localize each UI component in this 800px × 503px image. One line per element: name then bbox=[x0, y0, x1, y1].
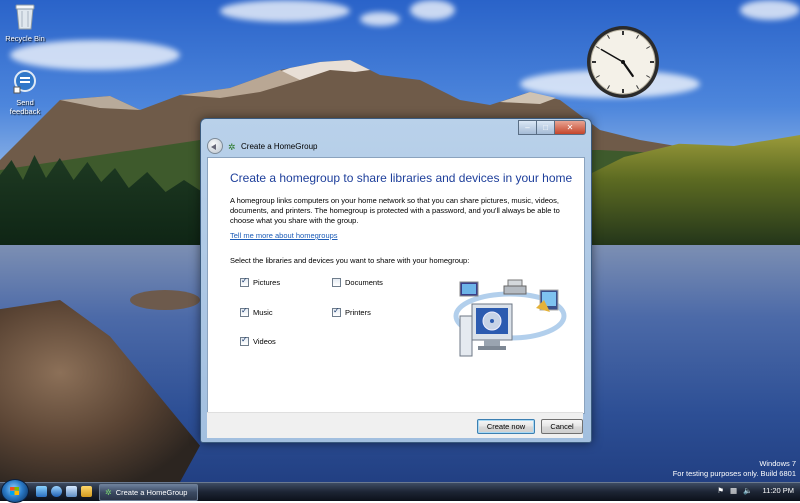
caption-buttons: – □ ✕ bbox=[518, 120, 586, 135]
watermark-build: For testing purposes only. Build 6801 bbox=[672, 469, 796, 478]
maximize-button[interactable]: □ bbox=[536, 120, 555, 135]
volume-icon[interactable]: 🔈 bbox=[743, 486, 752, 495]
send-feedback-label: Send feedback bbox=[9, 98, 41, 116]
desktop-icon-send-feedback[interactable]: Send feedback bbox=[0, 70, 50, 116]
checkbox-printers[interactable]: Printers bbox=[332, 306, 371, 317]
homegroup-icon: ✲ bbox=[228, 142, 236, 152]
dialog-title: Create a HomeGroup bbox=[241, 142, 318, 151]
checkbox-label: Printers bbox=[345, 308, 371, 317]
desktop-icon-recycle-bin[interactable]: Recycle Bin bbox=[0, 2, 50, 43]
system-tray: EN ⚑ ▦ 🔈 11:20 PM bbox=[711, 486, 794, 495]
description-text: A homegroup links computers on your home… bbox=[230, 196, 560, 225]
clock-gadget[interactable] bbox=[586, 25, 660, 99]
checkbox-pictures[interactable]: Pictures bbox=[240, 276, 281, 287]
checkbox-label: Videos bbox=[253, 337, 276, 346]
checkbox-box[interactable] bbox=[240, 335, 249, 346]
taskbar-button-create-homegroup[interactable]: ✲ Create a HomeGroup bbox=[99, 484, 198, 501]
show-desktop-icon[interactable] bbox=[36, 486, 47, 497]
cancel-button[interactable]: Cancel bbox=[541, 419, 583, 434]
checkbox-label: Music bbox=[253, 308, 273, 317]
checkbox-label: Pictures bbox=[253, 278, 281, 287]
taskbar-button-label: Create a HomeGroup bbox=[115, 488, 188, 497]
taskbar: ✲ Create a HomeGroup EN ⚑ ▦ 🔈 11:20 PM bbox=[0, 479, 800, 503]
share-prompt: Select the libraries and devices you wan… bbox=[230, 256, 470, 265]
minimize-button[interactable]: – bbox=[518, 120, 537, 135]
dialog-content: Create a homegroup to share libraries an… bbox=[207, 157, 585, 414]
internet-explorer-icon[interactable] bbox=[51, 486, 62, 497]
create-homegroup-dialog: – □ ✕ ✲ Create a HomeGroup Create a home… bbox=[200, 118, 592, 443]
checkbox-box[interactable] bbox=[332, 278, 341, 287]
explorer-icon[interactable] bbox=[81, 486, 92, 497]
homegroup-illustration bbox=[453, 279, 567, 357]
recycle-bin-label: Recycle Bin bbox=[5, 34, 45, 43]
start-button[interactable] bbox=[1, 479, 29, 503]
close-button[interactable]: ✕ bbox=[554, 120, 586, 135]
page-heading: Create a homegroup to share libraries an… bbox=[230, 171, 573, 185]
more-info-link[interactable]: Tell me more about homegroups bbox=[230, 231, 338, 240]
build-watermark: Windows 7 For testing purposes only. Bui… bbox=[673, 459, 796, 479]
watermark-windows: Windows 7 bbox=[759, 459, 796, 468]
dialog-titlebar[interactable]: – □ ✕ ✲ Create a HomeGroup bbox=[201, 119, 591, 159]
back-button[interactable] bbox=[207, 138, 223, 154]
clock-time[interactable]: 11:20 PM bbox=[762, 486, 794, 495]
checkbox-box[interactable] bbox=[240, 306, 249, 317]
checkbox-videos[interactable]: Videos bbox=[240, 335, 276, 346]
checkbox-documents[interactable]: Documents bbox=[332, 278, 383, 287]
switch-windows-icon[interactable] bbox=[66, 486, 77, 497]
create-now-button[interactable]: Create now bbox=[477, 419, 535, 434]
checkbox-music[interactable]: Music bbox=[240, 306, 273, 317]
dialog-footer: Create now Cancel bbox=[207, 412, 583, 438]
network-icon[interactable]: ▦ bbox=[730, 486, 737, 495]
checkbox-label: Documents bbox=[345, 278, 383, 287]
flag-icon[interactable]: ⚑ bbox=[717, 486, 724, 495]
rock bbox=[130, 290, 200, 310]
checkbox-box[interactable] bbox=[240, 276, 249, 287]
feedback-icon bbox=[13, 70, 36, 94]
homegroup-icon: ✲ bbox=[105, 488, 112, 497]
recycle-bin-icon bbox=[15, 4, 35, 30]
checkbox-box[interactable] bbox=[332, 306, 341, 317]
